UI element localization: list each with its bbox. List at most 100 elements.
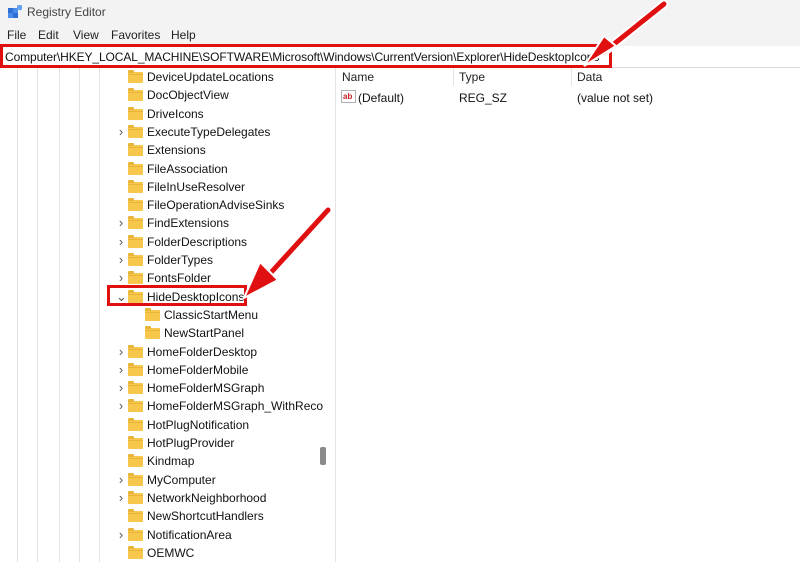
- chevron-right-icon[interactable]: ›: [116, 381, 126, 394]
- column-separator[interactable]: [571, 68, 572, 86]
- folder-icon: [128, 106, 143, 120]
- tree-item-label: MyComputer: [147, 472, 216, 487]
- tree-item[interactable]: NewStartPanel: [0, 324, 318, 342]
- tree-item[interactable]: › ExecuteTypeDelegates: [0, 123, 318, 141]
- tree-item-label: NotificationArea: [147, 527, 232, 542]
- key-tree[interactable]: DeviceUpdateLocations DocObjectView DriveI…: [0, 68, 336, 562]
- tree-item-label: FolderDescriptions: [147, 234, 248, 249]
- tree-item-label: FontsFolder: [147, 271, 212, 286]
- tree-item[interactable]: › HomeFolderDesktop: [0, 343, 318, 361]
- tree-item-label: ClassicStartMenu: [164, 307, 259, 322]
- chevron-right-icon[interactable]: ›: [116, 253, 126, 266]
- tree-item[interactable]: FileAssociation: [0, 160, 318, 178]
- chevron-right-icon[interactable]: ›: [116, 363, 126, 376]
- tree-item[interactable]: › HomeFolderMSGraph_WithReco: [0, 397, 323, 415]
- tree-item-label: ExecuteTypeDelegates: [147, 124, 271, 139]
- chevron-right-icon[interactable]: ›: [116, 235, 126, 248]
- chevron-right-icon[interactable]: ›: [116, 399, 126, 412]
- folder-icon: [128, 362, 143, 376]
- tree-item-label: NewStartPanel: [164, 326, 245, 341]
- scrollbar-thumb[interactable]: [320, 447, 326, 465]
- tree-item[interactable]: NewShortcutHandlers: [0, 507, 318, 525]
- folder-icon: [128, 490, 143, 504]
- tree-item[interactable]: Kindmap: [0, 452, 318, 470]
- chevron-right-icon[interactable]: ›: [116, 271, 126, 284]
- tree-item-label: FileAssociation: [147, 161, 228, 176]
- folder-icon: [128, 143, 143, 157]
- value-name: (Default): [358, 91, 405, 105]
- folder-icon: [128, 198, 143, 212]
- folder-icon: [128, 527, 143, 541]
- tree-item[interactable]: › FolderTypes: [0, 251, 318, 269]
- folder-icon: [128, 234, 143, 248]
- tree-item-label: HomeFolderMobile: [147, 362, 249, 377]
- tree-item-label: HomeFolderMSGraph_WithReco: [147, 399, 324, 414]
- tree-scrollbar[interactable]: [318, 68, 328, 562]
- menu-help[interactable]: Help: [171, 28, 196, 42]
- address-highlight-box: [0, 44, 612, 68]
- folder-icon: [128, 436, 143, 449]
- tree-item-label: Kindmap: [147, 454, 195, 469]
- chevron-right-icon[interactable]: ›: [116, 125, 126, 138]
- tree-item-label: FileInUseResolver: [147, 179, 246, 194]
- tree-item[interactable]: DeviceUpdateLocations: [0, 68, 318, 86]
- folder-icon: [128, 472, 143, 486]
- folder-icon: [128, 179, 143, 193]
- folder-icon: [128, 545, 143, 559]
- tree-item[interactable]: ClassicStartMenu: [0, 306, 318, 324]
- title-bar: Registry Editor: [0, 0, 800, 26]
- tree-item-label: HomeFolderMSGraph: [147, 381, 265, 396]
- values-list[interactable]: Name Type Data ab (Default) REG_SZ (valu…: [337, 68, 800, 562]
- tree-item[interactable]: DriveIcons: [0, 105, 318, 123]
- tree-item-label: HomeFolderDesktop: [147, 344, 258, 359]
- tree-item[interactable]: › NotificationArea: [0, 526, 318, 544]
- menu-file[interactable]: File: [7, 28, 26, 42]
- tree-item[interactable]: FileOperationAdviseSinks: [0, 196, 318, 214]
- folder-icon: [145, 307, 160, 321]
- chevron-right-icon[interactable]: ›: [116, 491, 126, 504]
- registry-editor-icon: [8, 5, 22, 18]
- chevron-right-icon[interactable]: ›: [116, 528, 126, 541]
- folder-icon: [128, 271, 143, 285]
- tree-item[interactable]: OEMWC: [0, 544, 318, 562]
- folder-icon: [128, 88, 143, 102]
- tree-item-label: NetworkNeighborhood: [147, 490, 267, 505]
- chevron-right-icon[interactable]: ›: [116, 216, 126, 229]
- chevron-right-icon[interactable]: ›: [116, 473, 126, 486]
- column-header-type[interactable]: Type: [459, 70, 485, 84]
- column-header-name[interactable]: Name: [342, 70, 374, 84]
- tree-item[interactable]: › HomeFolderMSGraph: [0, 379, 318, 397]
- folder-icon: [128, 399, 143, 413]
- tree-item-label: HotPlugProvider: [147, 436, 235, 450]
- tree-item[interactable]: › FolderDescriptions: [0, 233, 318, 251]
- tree-item-label: DocObjectView: [147, 88, 229, 103]
- menu-edit[interactable]: Edit: [38, 28, 59, 42]
- tree-item[interactable]: HotPlugNotification: [0, 416, 318, 434]
- tree-item-label: DriveIcons: [147, 106, 204, 121]
- tree-item[interactable]: FileInUseResolver: [0, 178, 318, 196]
- tree-item[interactable]: DocObjectView: [0, 86, 318, 104]
- tree-item[interactable]: › MyComputer: [0, 471, 318, 489]
- menu-favorites[interactable]: Favorites: [111, 28, 160, 42]
- tree-item[interactable]: › HomeFolderMobile: [0, 361, 318, 379]
- column-separator[interactable]: [453, 68, 454, 86]
- tree-item-label: OEMWC: [147, 545, 195, 560]
- tree-item[interactable]: HotPlugProvider: [0, 434, 318, 452]
- value-row[interactable]: ab (Default) REG_SZ (value not set): [337, 88, 800, 106]
- folder-icon: [128, 417, 143, 431]
- menu-view[interactable]: View: [73, 28, 99, 42]
- chevron-right-icon[interactable]: ›: [116, 345, 126, 358]
- window-title: Registry Editor: [27, 5, 106, 19]
- column-header-data[interactable]: Data: [577, 70, 602, 84]
- tree-item-label: HotPlugNotification: [147, 417, 250, 432]
- tree-item[interactable]: Extensions: [0, 141, 318, 159]
- tree-item[interactable]: › FindExtensions: [0, 214, 318, 232]
- folder-icon: [145, 326, 160, 340]
- tree-item-label: DeviceUpdateLocations: [147, 70, 274, 84]
- folder-icon: [128, 216, 143, 230]
- folder-icon: [128, 381, 143, 395]
- value-type: REG_SZ: [459, 91, 508, 105]
- selected-key-highlight-box: [107, 285, 247, 306]
- tree-item[interactable]: › NetworkNeighborhood: [0, 489, 318, 507]
- tree-item-label: FindExtensions: [147, 216, 230, 231]
